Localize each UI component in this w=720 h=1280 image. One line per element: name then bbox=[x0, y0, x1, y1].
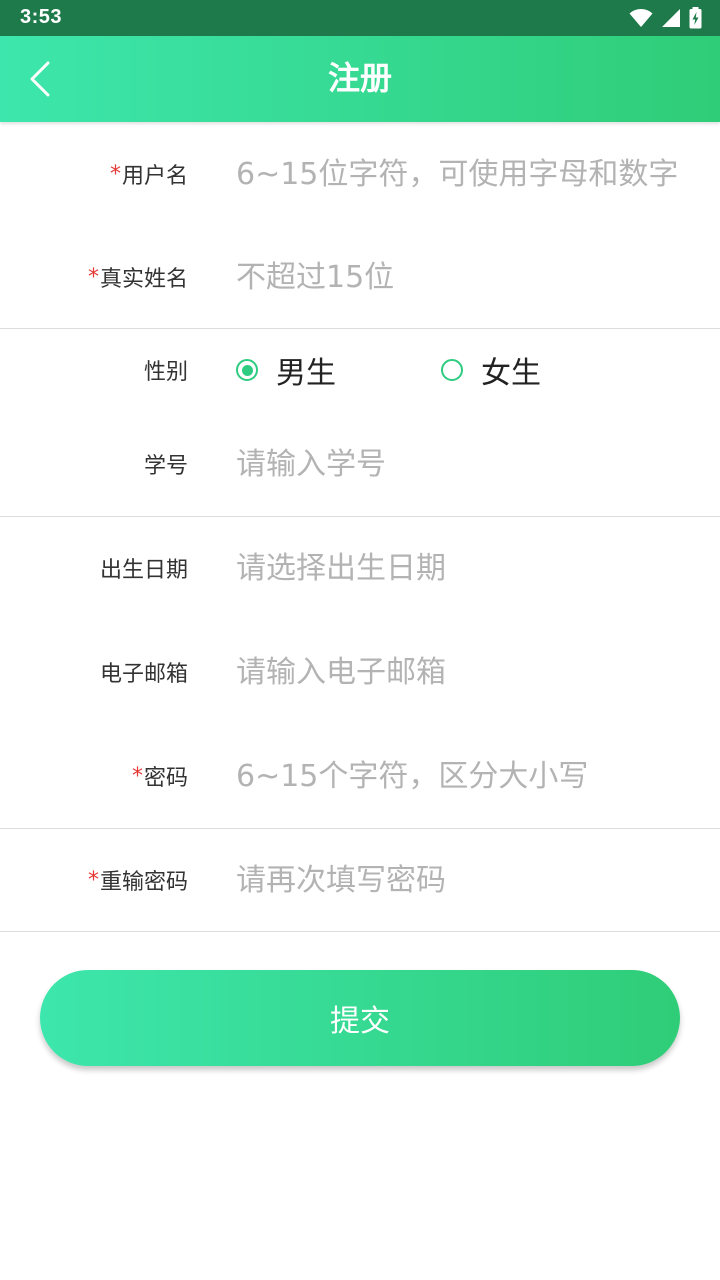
gender-option-female[interactable]: 女生 bbox=[441, 348, 541, 392]
username-label: * 用户名 bbox=[110, 122, 188, 226]
required-mark: * bbox=[87, 264, 99, 290]
student-id-input[interactable] bbox=[236, 434, 706, 494]
email-row: 电子邮箱 bbox=[0, 620, 720, 724]
confirm-password-input[interactable] bbox=[236, 850, 706, 910]
real-name-label: * 真实姓名 bbox=[88, 225, 188, 329]
page-title: 注册 bbox=[327, 59, 392, 97]
battery-charging-icon bbox=[689, 7, 702, 29]
real-name-input[interactable] bbox=[236, 247, 706, 307]
required-mark: * bbox=[131, 763, 143, 789]
gender-option-label: 男生 bbox=[276, 356, 336, 391]
password-label: * 密码 bbox=[132, 724, 188, 828]
username-label-text: 用户名 bbox=[121, 164, 188, 189]
email-input[interactable] bbox=[236, 642, 706, 702]
username-input[interactable] bbox=[236, 144, 706, 204]
student-id-label-text: 学号 bbox=[143, 454, 188, 479]
real-name-label-text: 真实姓名 bbox=[99, 267, 188, 292]
confirm-password-label: * 重输密码 bbox=[88, 828, 188, 932]
divider bbox=[0, 931, 720, 932]
gender-option-male[interactable]: 男生 bbox=[236, 348, 441, 392]
birth-date-picker[interactable] bbox=[236, 538, 706, 598]
birth-date-label: 出生日期 bbox=[100, 516, 188, 620]
birth-date-row: 出生日期 bbox=[0, 516, 720, 620]
status-bar: 3:53 bbox=[0, 0, 720, 36]
email-label: 电子邮箱 bbox=[100, 620, 188, 724]
student-id-label: 学号 bbox=[144, 412, 188, 516]
radio-checked-icon bbox=[236, 359, 258, 381]
gender-label: 性别 bbox=[144, 318, 188, 422]
required-mark: * bbox=[87, 867, 99, 893]
wifi-icon bbox=[629, 9, 653, 27]
email-label-text: 电子邮箱 bbox=[99, 662, 188, 687]
password-row: * 密码 bbox=[0, 724, 720, 828]
app-bar: 注册 bbox=[0, 36, 720, 122]
gender-label-text: 性别 bbox=[143, 360, 188, 385]
status-icons bbox=[629, 6, 702, 30]
password-label-text: 密码 bbox=[143, 766, 188, 791]
birth-date-label-text: 出生日期 bbox=[99, 558, 188, 583]
confirm-password-row: * 重输密码 bbox=[0, 828, 720, 932]
required-mark: * bbox=[109, 161, 121, 187]
radio-unchecked-icon bbox=[441, 359, 463, 381]
real-name-row: * 真实姓名 bbox=[0, 225, 720, 329]
gender-option-label: 女生 bbox=[481, 356, 541, 391]
status-time: 3:53 bbox=[20, 6, 63, 28]
gender-radio-group: 男生 女生 bbox=[236, 318, 541, 422]
submit-button[interactable]: 提交 bbox=[40, 970, 680, 1066]
gender-row: 性别 男生 女生 bbox=[0, 318, 720, 422]
username-row: * 用户名 bbox=[0, 122, 720, 226]
password-input[interactable] bbox=[236, 746, 706, 806]
confirm-password-label-text: 重输密码 bbox=[99, 870, 188, 895]
cellular-signal-icon bbox=[662, 9, 680, 27]
student-id-row: 学号 bbox=[0, 412, 720, 516]
